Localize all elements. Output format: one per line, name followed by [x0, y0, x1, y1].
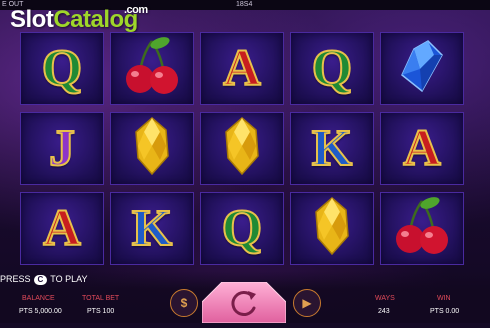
logo-domain: .com [124, 4, 148, 16]
symbol-letter: K [311, 119, 353, 177]
reel-grid: QAQJKAAKQ [20, 32, 466, 269]
symbol-k: K [290, 112, 374, 185]
symbol-letter: Q [221, 199, 263, 257]
press-key: C [33, 275, 48, 285]
symbol-k: K [110, 192, 194, 265]
symbol-letter: Q [41, 39, 83, 97]
autoplay-button[interactable]: ▶ [293, 289, 321, 317]
symbol-letter: A [42, 199, 82, 257]
total-bet-label: TOTAL BET [82, 295, 120, 302]
yellow-gem-symbol [290, 192, 374, 265]
cherry-icon [392, 195, 452, 262]
cherry-symbol [110, 32, 194, 105]
symbol-letter: Q [311, 39, 353, 97]
cherry-symbol [380, 192, 464, 265]
symbol-a: A [200, 32, 284, 105]
balance-label: BALANCE [22, 295, 55, 302]
watermark-logo: SlotCatalog .com [10, 4, 148, 34]
symbol-a: A [20, 192, 104, 265]
yellow-gem-symbol [110, 112, 194, 185]
coin-button[interactable]: $ [170, 289, 198, 317]
yellow-gem-icon [314, 196, 350, 261]
autoplay-icon: ▶ [302, 296, 312, 310]
symbol-letter: A [402, 119, 442, 177]
blue-gem-icon [400, 39, 444, 98]
symbol-letter: A [222, 39, 262, 97]
ways-value: 243 [378, 308, 390, 315]
yellow-gem-icon [134, 116, 170, 181]
coin-icon: $ [180, 296, 188, 310]
ways-label: WAYS [375, 295, 395, 302]
win-label: WIN [437, 295, 451, 302]
spin-icon [201, 281, 287, 324]
symbol-letter: K [131, 199, 173, 257]
symbol-a: A [380, 112, 464, 185]
symbol-letter: J [48, 119, 76, 177]
cherry-icon [122, 35, 182, 102]
balance-value: PTS 5,000.00 [19, 308, 62, 315]
total-bet-value: PTS 100 [87, 308, 115, 315]
win-value: PTS 0.00 [430, 308, 460, 315]
press-after-label: TO PLAY [50, 274, 88, 284]
yellow-gem-icon [224, 116, 260, 181]
symbol-j: J [20, 112, 104, 185]
symbol-q: Q [20, 32, 104, 105]
logo-part1: Slot [10, 6, 54, 33]
press-label: PRESS [0, 274, 31, 284]
session-id: 18S4 [236, 1, 253, 8]
yellow-gem-symbol [200, 112, 284, 185]
spin-button[interactable] [201, 281, 287, 324]
symbol-q: Q [200, 192, 284, 265]
press-to-play: PRESS C TO PLAY [0, 274, 87, 285]
symbol-q: Q [290, 32, 374, 105]
blue-gem-symbol [380, 32, 464, 105]
